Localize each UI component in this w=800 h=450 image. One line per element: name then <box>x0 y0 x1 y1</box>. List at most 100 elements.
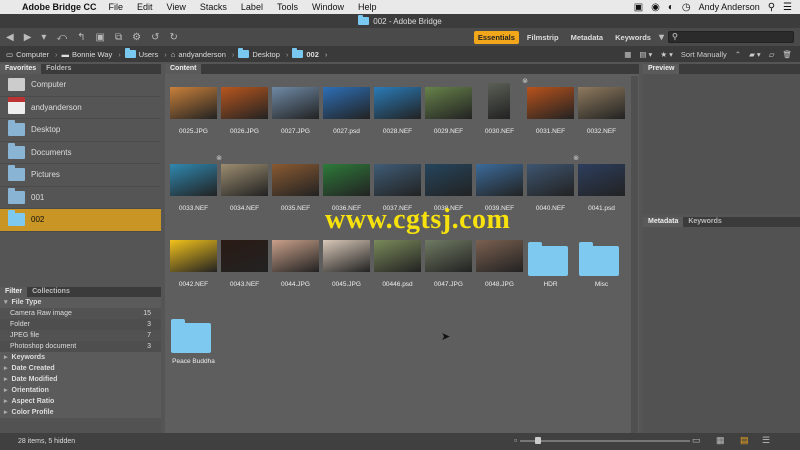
thumbnail-item[interactable]: 0048.JPG <box>474 234 525 288</box>
thumbnail-item[interactable]: ⊗ 0030.NEF <box>474 78 528 135</box>
thumbnail-item[interactable]: 0034.NEF <box>219 158 270 212</box>
breadcrumb-002[interactable]: 002 › <box>292 48 327 59</box>
tab-folders[interactable]: Folders <box>41 64 76 74</box>
creative-cloud-icon[interactable]: ◉ <box>651 2 660 13</box>
tab-collections[interactable]: Collections <box>27 287 75 297</box>
thumbnail-item[interactable]: 0045.JPG <box>321 234 372 288</box>
large-thumb-icon[interactable]: ▭ <box>692 435 701 446</box>
favorite-desktop[interactable]: Desktop <box>0 119 161 142</box>
favorite-documents[interactable]: Documents <box>0 142 161 164</box>
return-icon[interactable]: ↰ <box>77 32 85 43</box>
thumbnail-item[interactable]: 0038.NEF <box>423 158 474 212</box>
favorite-001[interactable]: 001 <box>0 187 161 209</box>
menu-label[interactable]: Label <box>241 2 263 12</box>
calendar-icon[interactable]: ▣ <box>634 2 643 13</box>
thumbnail-item[interactable]: 0047.JPG <box>423 234 474 288</box>
thumbnail-quality-icon[interactable]: ▦ <box>624 50 631 59</box>
thumbnail-item[interactable]: 0028.NEF <box>372 81 423 135</box>
thumbnail-item[interactable]: ⊗ 0033.NEF <box>168 155 222 212</box>
slider-handle[interactable] <box>535 437 541 444</box>
search-input[interactable]: ⚲ <box>668 31 794 43</box>
chevron-down-icon[interactable]: ▾ <box>659 32 664 43</box>
refine-icon[interactable]: ⧉ <box>115 32 122 43</box>
wifi-icon[interactable]: ◐ <box>668 2 674 13</box>
gear-icon[interactable]: ⚙ <box>132 32 141 43</box>
thumbnail-item[interactable]: 0029.NEF <box>423 81 474 135</box>
favorite-pictures[interactable]: Pictures <box>0 164 161 187</box>
thumbnail-item[interactable]: 0032.NEF <box>576 81 627 135</box>
thumbnail-size-slider[interactable] <box>520 440 690 442</box>
menu-help[interactable]: Help <box>358 2 377 12</box>
tab-favorites[interactable]: Favorites <box>0 64 42 74</box>
filter-section-date-modified[interactable]: Date Modified <box>0 374 161 385</box>
sort-dropdown[interactable]: Sort Manually <box>681 50 727 59</box>
forward-icon[interactable]: ▶ <box>24 32 32 43</box>
clock-icon[interactable]: ◷ <box>682 2 691 13</box>
app-menu[interactable]: Adobe Bridge CC <box>22 2 97 12</box>
breadcrumb-desktop[interactable]: Desktop › <box>238 48 288 59</box>
user-name[interactable]: Andy Anderson <box>699 2 760 12</box>
workspace-metadata[interactable]: Metadata <box>567 31 608 44</box>
open-recent-icon[interactable]: ▰ ▾ <box>749 50 761 59</box>
rotate-left-icon[interactable]: ↺ <box>151 32 159 43</box>
tab-content[interactable]: Content <box>165 64 202 74</box>
filter-section-color-profile[interactable]: Color Profile <box>0 407 161 418</box>
filter-section-file-type[interactable]: File Type <box>0 297 161 308</box>
thumbnail-item[interactable]: 0031.NEF <box>525 81 576 135</box>
thumbnail-item[interactable]: 0044.JPG <box>270 234 321 288</box>
favorite-andyanderson[interactable]: andyanderson <box>0 96 161 119</box>
thumbnail-item[interactable]: 00446.psd <box>372 234 423 288</box>
thumbnail-item[interactable]: 0036.NEF <box>321 158 372 212</box>
star-filter-icon[interactable]: ★ ▾ <box>660 50 673 59</box>
menu-window[interactable]: Window <box>312 2 344 12</box>
filter-camera-raw[interactable]: Camera Raw image 15 <box>0 308 161 319</box>
filter-section-keywords[interactable]: Keywords <box>0 352 161 363</box>
list-icon[interactable]: ☰ <box>783 2 792 13</box>
thumbnail-item[interactable]: 0026.JPG <box>219 81 270 135</box>
workspace-filmstrip[interactable]: Filmstrip <box>523 31 563 44</box>
favorite-002[interactable]: 002 <box>0 209 161 232</box>
content-scrollbar[interactable] <box>631 76 638 433</box>
thumbnail-item[interactable]: 0027.psd <box>321 81 372 135</box>
back-icon[interactable]: ◀ <box>6 32 14 43</box>
filter-jpeg[interactable]: JPEG file 7 <box>0 330 161 341</box>
workspace-keywords[interactable]: Keywords <box>611 31 655 44</box>
details-view-icon[interactable]: ▤ <box>740 435 749 446</box>
thumbnail-item[interactable]: 0042.NEF <box>168 234 219 288</box>
workspace-essentials[interactable]: Essentials <box>473 30 519 44</box>
thumbnail-item[interactable]: 0035.NEF <box>270 158 321 212</box>
tab-metadata[interactable]: Metadata <box>643 217 684 227</box>
favorite-computer[interactable]: Computer <box>0 74 161 97</box>
list-view-icon[interactable]: ☰ <box>762 435 770 446</box>
filter-folder[interactable]: Folder 3 <box>0 319 161 330</box>
breadcrumb-bonnie-way[interactable]: ▬ Bonnie Way › <box>62 50 121 59</box>
grid-view-icon[interactable]: ▦ <box>716 435 725 446</box>
rotate-right-icon[interactable]: ↻ <box>169 32 177 43</box>
menu-edit[interactable]: Edit <box>137 2 153 12</box>
thumbnail-item[interactable]: 0043.NEF <box>219 234 270 288</box>
thumbnail-item[interactable]: HDR <box>525 234 576 288</box>
tab-filter[interactable]: Filter <box>0 287 28 297</box>
view-options-icon[interactable]: ▤ ▾ <box>639 50 652 59</box>
chevron-up-icon[interactable]: ⌃ <box>735 50 741 59</box>
small-thumb-icon[interactable]: ▫ <box>514 435 517 445</box>
menu-tools[interactable]: Tools <box>277 2 298 12</box>
filter-photoshop[interactable]: Photoshop document 3 <box>0 341 161 352</box>
thumbnail-item[interactable]: 0041.psd <box>576 158 627 212</box>
menu-file[interactable]: File <box>109 2 124 12</box>
thumbnail-item[interactable]: 0039.NEF <box>474 158 525 212</box>
new-folder-icon[interactable]: ▱ <box>769 50 775 59</box>
chevron-down-icon[interactable]: ▾ <box>41 32 46 43</box>
breadcrumb-andyanderson[interactable]: ⌂ andyanderson › <box>171 50 235 59</box>
spotlight-icon[interactable]: ⚲ <box>768 2 775 13</box>
trash-icon[interactable]: 🗑 <box>782 50 792 59</box>
thumbnail-item[interactable]: Peace Buddha <box>168 311 219 365</box>
menu-stacks[interactable]: Stacks <box>200 2 227 12</box>
tab-preview[interactable]: Preview <box>643 64 680 74</box>
filter-section-date-created[interactable]: Date Created <box>0 363 161 374</box>
breadcrumb-users[interactable]: Users › <box>124 48 167 59</box>
filter-section-orientation[interactable]: Orientation <box>0 385 161 396</box>
tab-keywords[interactable]: Keywords <box>683 217 726 227</box>
breadcrumb-computer[interactable]: ▭ Computer › <box>6 50 58 59</box>
recent-folder-icon[interactable]: ⤺ <box>56 32 67 43</box>
